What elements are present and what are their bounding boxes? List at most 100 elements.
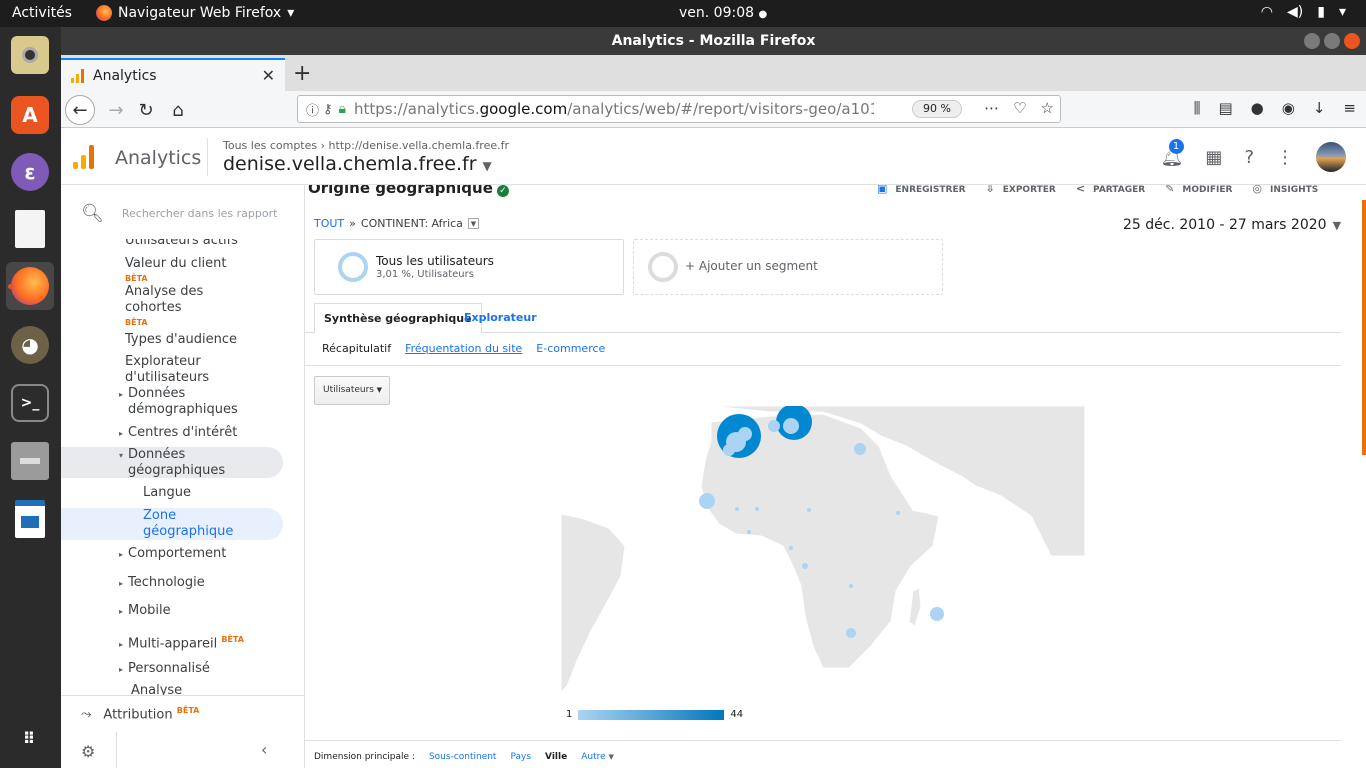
url-text[interactable]: https://analytics.google.com/analytics/w…: [354, 100, 874, 118]
africa-map[interactable]: [561, 406, 1085, 692]
show-applications-button[interactable]: ⠿: [6, 715, 54, 763]
app-menu[interactable]: Navigateur Web Firefox ▾: [96, 5, 294, 21]
save-icon: ▣: [877, 185, 888, 195]
collapse-sidebar-icon[interactable]: ‹: [261, 740, 267, 759]
sidebar-item-interests[interactable]: ▸ Centres d'intérêt: [119, 425, 237, 442]
sidebar-item-audiences[interactable]: Types d'audience: [125, 332, 237, 348]
reload-button[interactable]: ↻: [131, 95, 161, 125]
export-button[interactable]: ⇩ EXPORTER: [986, 185, 1056, 195]
date-range-picker[interactable]: 25 déc. 2010 - 27 mars 2020 ▼: [1123, 217, 1341, 233]
subtab-ecommerce[interactable]: E-commerce: [536, 342, 605, 355]
dock-firefox[interactable]: [6, 262, 54, 310]
bookmark-star-icon[interactable]: ☆: [1041, 99, 1054, 117]
library-icon[interactable]: ⫼: [1194, 99, 1201, 117]
tab-explorer[interactable]: Explorateur: [455, 303, 546, 333]
maximize-button[interactable]: [1324, 33, 1340, 49]
terminal-icon: >_: [11, 384, 49, 422]
sidebar-item-mobile[interactable]: ▸ Mobile: [119, 603, 171, 620]
edit-button[interactable]: ✎ MODIFIER: [1165, 185, 1232, 195]
caret-down-icon: ▼: [608, 753, 614, 761]
expand-arrow-icon: ▸: [119, 640, 124, 650]
account-icon[interactable]: ◉: [1282, 99, 1295, 117]
label-line2: démographiques: [128, 402, 238, 417]
help-icon[interactable]: ?: [1244, 147, 1254, 168]
sidebar-item-user-explorer[interactable]: Explorateur d'utilisateurs: [125, 354, 209, 386]
pocket-icon[interactable]: ♡: [1013, 99, 1026, 117]
home-button[interactable]: ⌂: [163, 95, 193, 125]
filter-all-link[interactable]: TOUT: [314, 217, 344, 230]
sidebar-item-cohort-analysis[interactable]: Analyse des cohortes: [125, 284, 203, 316]
gear-icon[interactable]: ⚙: [81, 742, 95, 761]
dock-impress[interactable]: [6, 495, 54, 543]
page-actions-icon[interactable]: ⋯: [984, 99, 999, 117]
clock[interactable]: ven. 09:08 ●: [679, 5, 767, 21]
sidebar-item-customer-value[interactable]: Valeur du client: [125, 256, 227, 272]
hamburger-menu-icon[interactable]: ≡: [1343, 99, 1356, 117]
report-search[interactable]: 🔍︎ Rechercher dans les rapport: [61, 185, 304, 241]
sidebar-item-label: Comportement: [128, 546, 227, 561]
sidebar-item-location[interactable]: Zone géographique: [143, 508, 233, 540]
product-name[interactable]: Analytics: [115, 147, 201, 169]
dimension-other[interactable]: Autre ▼: [581, 752, 614, 762]
insights-button[interactable]: ◎ INSIGHTS: [1252, 185, 1318, 195]
minimize-button[interactable]: [1304, 33, 1320, 49]
subtab-summary[interactable]: Récapitulatif: [322, 342, 391, 355]
dimension-sub-continent[interactable]: Sous-continent: [429, 752, 497, 762]
zoom-indicator[interactable]: 90 %: [912, 100, 962, 118]
dock-gimp[interactable]: ◕: [6, 321, 54, 369]
lock-icon[interactable]: 🔒︎: [339, 101, 346, 117]
close-window-button[interactable]: [1344, 33, 1360, 49]
report-actions: ▣ ENREGISTRER ⇩ EXPORTER < PARTAGER ✎ MODIFI…: [877, 185, 1318, 195]
dock-software-center[interactable]: A: [6, 91, 54, 139]
sidebar-item-demographics[interactable]: ▸ Données démographiques: [119, 386, 238, 418]
sidebar-item-custom[interactable]: ▸ Personnalisé: [119, 661, 210, 678]
scrollbar[interactable]: [1362, 200, 1366, 455]
property-selector[interactable]: denise.vella.chemla.free.fr ▼: [223, 153, 492, 175]
back-button[interactable]: ←: [65, 95, 95, 125]
analytics-logo-icon[interactable]: [73, 145, 94, 169]
forward-button[interactable]: →: [101, 95, 131, 125]
segment-all-users[interactable]: Tous les utilisateurs 3,01 %, Utilisateu…: [314, 239, 624, 295]
sidebar-item-geo[interactable]: ▾ Données géographiques: [119, 447, 225, 479]
info-icon[interactable]: ⓘ: [306, 100, 319, 119]
sidebar-item-language[interactable]: Langue: [143, 485, 191, 501]
sidebar-item-attribution[interactable]: ⤳ Attribution BÊTA: [81, 706, 199, 722]
more-vert-icon[interactable]: ⋮: [1276, 147, 1294, 168]
metric-select[interactable]: Utilisateurs ▼: [314, 376, 390, 405]
share-icon: <: [1075, 185, 1086, 195]
filter-dropdown-icon[interactable]: ▼: [467, 218, 479, 229]
new-tab-button[interactable]: +: [293, 61, 311, 86]
dock-text-editor[interactable]: [6, 205, 54, 253]
extension-icon[interactable]: ●: [1251, 99, 1264, 117]
dock-emacs[interactable]: ε: [6, 148, 54, 196]
avatar[interactable]: [1316, 142, 1346, 172]
dock-rhythmbox[interactable]: [6, 31, 54, 79]
sidebar-item-analysis[interactable]: Analyse: [131, 683, 182, 695]
sidebar-item-cross-device[interactable]: ▸ Multi-appareil BÊTA: [119, 632, 244, 653]
sidebar-item-behavior[interactable]: ▸ Comportement: [119, 546, 226, 563]
share-button[interactable]: < PARTAGER: [1076, 185, 1145, 195]
dimension-country[interactable]: Pays: [510, 752, 531, 762]
save-button[interactable]: ▣ ENREGISTRER: [877, 185, 966, 195]
close-icon[interactable]: ✕: [262, 66, 275, 85]
activities-button[interactable]: Activités: [12, 5, 72, 21]
apps-grid-icon[interactable]: ▦: [1205, 147, 1222, 168]
report-subtabs: Récapitulatif Fréquentation du site E-co…: [322, 342, 605, 355]
sidebar-item-technology[interactable]: ▸ Technologie: [119, 575, 205, 592]
browser-tab-analytics[interactable]: Analytics ✕: [61, 58, 285, 91]
notifications-button[interactable]: 🔔︎ 1: [1161, 138, 1184, 168]
filter-continent: CONTINENT: Africa: [360, 217, 463, 230]
label-line1: Données: [128, 447, 186, 462]
add-segment-button[interactable]: + Ajouter un segment: [633, 239, 943, 295]
key-icon[interactable]: ⚷: [323, 102, 333, 117]
dock-terminal[interactable]: >_: [6, 379, 54, 427]
download-icon[interactable]: ↓: [1313, 99, 1326, 117]
system-tray[interactable]: ◠ ◀) ▮ ▾: [1261, 4, 1346, 20]
subtab-site-usage[interactable]: Fréquentation du site: [405, 342, 522, 355]
url-bar[interactable]: ⓘ ⚷ 🔒︎ https://analytics.google.com/anal…: [297, 95, 1061, 123]
segment-name: Tous les utilisateurs: [376, 254, 494, 268]
dimension-city[interactable]: Ville: [545, 752, 567, 762]
account-breadcrumb[interactable]: Tous les comptes › http://denise.vella.c…: [223, 139, 509, 152]
dock-files[interactable]: [6, 437, 54, 485]
sidebar-icon[interactable]: ▤: [1218, 99, 1232, 117]
